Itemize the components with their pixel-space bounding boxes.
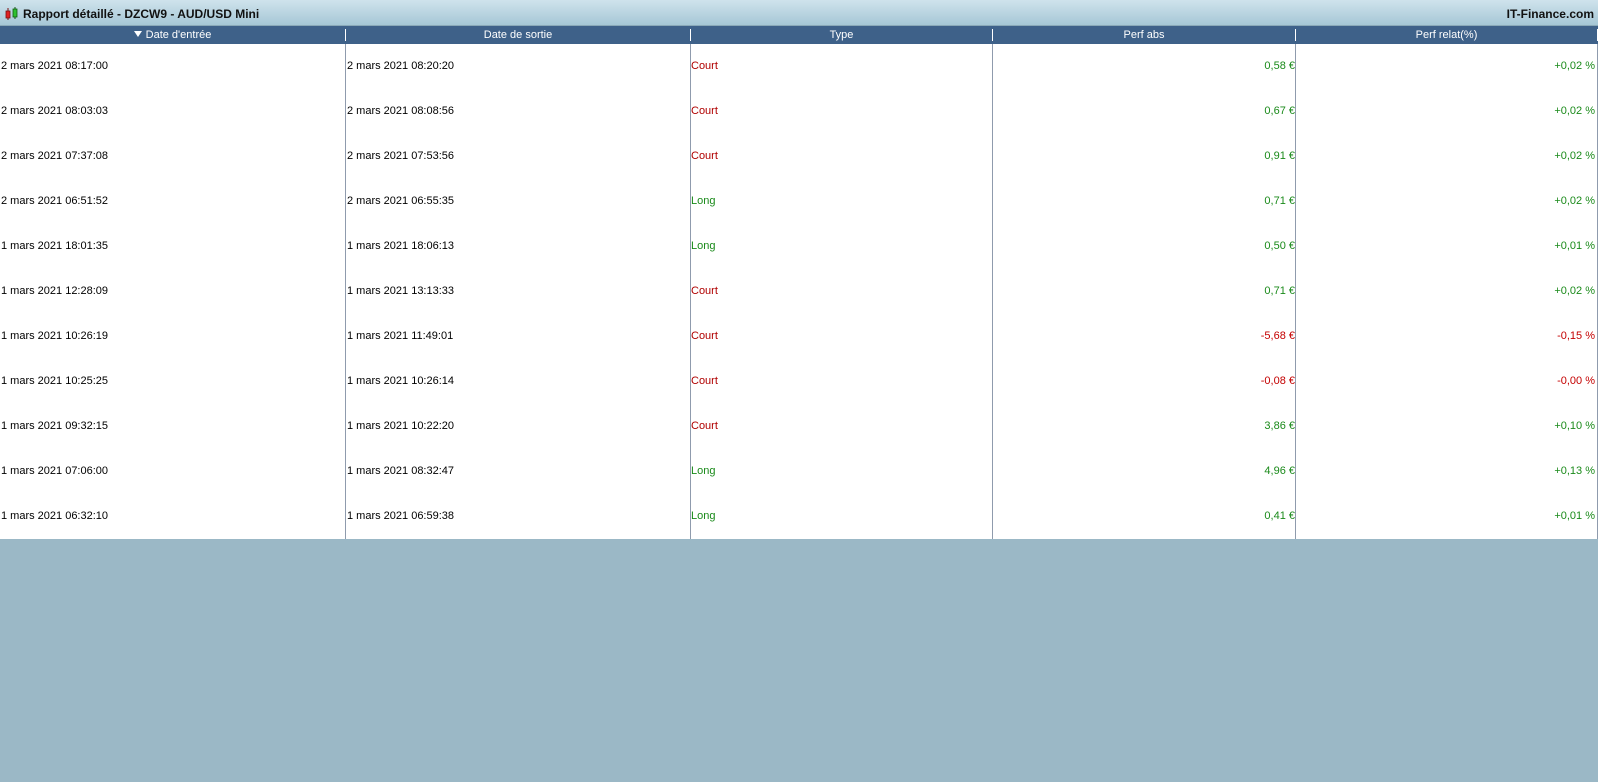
cell-exit-date: 1 mars 2021 06:59:38 [347,510,455,522]
cell-exit-date: 1 mars 2021 11:49:01 [347,330,454,342]
cell-exit-date: 1 mars 2021 08:32:47 [347,465,455,477]
cell-perf-rel: +0,02 % [1554,150,1595,162]
cell-type: Long [691,240,716,252]
cell-perf-rel: +0,02 % [1554,285,1595,297]
cell-entry-date: 1 mars 2021 07:06:00 [1,465,109,477]
cell-perf-abs: 0,58 € [1264,60,1295,72]
table-body: 2 mars 2021 08:17:00 2 mars 2021 08:20:20… [0,44,1598,539]
cell-perf-abs: 0,71 € [1264,285,1295,297]
cell-entry-date: 1 mars 2021 10:25:25 [1,375,109,387]
cell-perf-abs: 0,67 € [1264,105,1295,117]
table-row[interactable]: 1 mars 2021 18:01:35 1 mars 2021 18:06:13… [0,224,1598,269]
cell-type: Long [691,195,716,207]
cell-type: Court [691,60,718,72]
cell-type: Long [691,465,716,477]
column-header-type[interactable]: Type [691,26,992,44]
table-row[interactable]: 1 mars 2021 12:28:09 1 mars 2021 13:13:33… [0,269,1598,314]
column-header-perf-rel[interactable]: Perf relat(%) [1296,26,1597,44]
cell-perf-rel: +0,01 % [1554,510,1595,522]
cell-perf-rel: +0,13 % [1554,465,1595,477]
cell-entry-date: 2 mars 2021 06:51:52 [1,195,109,207]
cell-perf-rel: +0,01 % [1554,240,1595,252]
table-row[interactable]: 2 mars 2021 08:17:00 2 mars 2021 08:20:20… [0,44,1598,89]
cell-type: Long [691,510,716,522]
cell-perf-abs: 0,71 € [1264,195,1295,207]
table-row[interactable]: 1 mars 2021 10:26:19 1 mars 2021 11:49:01… [0,314,1598,359]
cell-exit-date: 2 mars 2021 06:55:35 [347,195,455,207]
cell-type: Court [691,105,718,117]
cell-entry-date: 1 mars 2021 18:01:35 [1,240,109,252]
cell-type: Court [691,375,718,387]
cell-exit-date: 1 mars 2021 10:22:20 [347,420,455,432]
cell-type: Court [691,420,718,432]
cell-exit-date: 2 mars 2021 08:08:56 [347,105,455,117]
cell-perf-abs: 4,96 € [1264,465,1295,477]
table-row[interactable]: 2 mars 2021 08:03:03 2 mars 2021 08:08:56… [0,89,1598,134]
cell-perf-rel: +0,10 % [1554,420,1595,432]
cell-entry-date: 1 mars 2021 06:32:10 [1,510,109,522]
cell-exit-date: 1 mars 2021 13:13:33 [347,285,455,297]
column-header-entry-date[interactable]: Date d'entrée [0,26,345,44]
cell-exit-date: 2 mars 2021 08:20:20 [347,60,455,72]
candlestick-chart-icon [5,7,18,20]
cell-entry-date: 1 mars 2021 10:26:19 [1,330,109,342]
cell-type: Court [691,285,718,297]
cell-entry-date: 1 mars 2021 09:32:15 [1,420,109,432]
cell-perf-rel: -0,15 % [1557,330,1595,342]
cell-type: Court [691,150,718,162]
table-row[interactable]: 2 mars 2021 07:37:08 2 mars 2021 07:53:56… [0,134,1598,179]
cell-perf-rel: +0,02 % [1554,60,1595,72]
table-row[interactable]: 1 mars 2021 09:32:15 1 mars 2021 10:22:20… [0,404,1598,449]
table-row[interactable]: 2 mars 2021 06:51:52 2 mars 2021 06:55:35… [0,179,1598,224]
cell-perf-abs: 0,50 € [1264,240,1295,252]
table-row[interactable]: 1 mars 2021 06:32:10 1 mars 2021 06:59:38… [0,494,1598,539]
column-header-perf-abs[interactable]: Perf abs [993,26,1295,44]
cell-entry-date: 2 mars 2021 07:37:08 [1,150,109,162]
cell-entry-date: 1 mars 2021 12:28:09 [1,285,109,297]
window-title: Rapport détaillé - DZCW9 - AUD/USD Mini [23,7,260,21]
title-bar: Rapport détaillé - DZCW9 - AUD/USD Mini … [0,0,1598,26]
cell-perf-abs: -5,68 € [1260,330,1295,342]
cell-entry-date: 2 mars 2021 08:03:03 [1,105,109,117]
cell-perf-abs: 3,86 € [1264,420,1295,432]
cell-perf-abs: 0,91 € [1264,150,1295,162]
table-row[interactable]: 1 mars 2021 07:06:00 1 mars 2021 08:32:47… [0,449,1598,494]
cell-perf-rel: -0,00 % [1557,375,1595,387]
sort-descending-icon [133,31,142,37]
cell-perf-abs: 0,41 € [1264,510,1295,522]
cell-type: Court [691,330,718,342]
column-header-exit-date[interactable]: Date de sortie [346,26,690,44]
table-header: Date d'entrée Date de sortie Type Perf a… [0,26,1598,44]
cell-exit-date: 1 mars 2021 10:26:14 [347,375,455,387]
cell-exit-date: 1 mars 2021 18:06:13 [347,240,455,252]
cell-exit-date: 2 mars 2021 07:53:56 [347,150,455,162]
cell-entry-date: 2 mars 2021 08:17:00 [1,60,109,72]
cell-perf-abs: -0,08 € [1260,375,1295,387]
brand-label: IT-Finance.com [1506,7,1594,21]
table-row[interactable]: 1 mars 2021 10:25:25 1 mars 2021 10:26:14… [0,359,1598,404]
report-table: Date d'entrée Date de sortie Type Perf a… [0,26,1598,539]
cell-perf-rel: +0,02 % [1554,195,1595,207]
cell-perf-rel: +0,02 % [1554,105,1595,117]
